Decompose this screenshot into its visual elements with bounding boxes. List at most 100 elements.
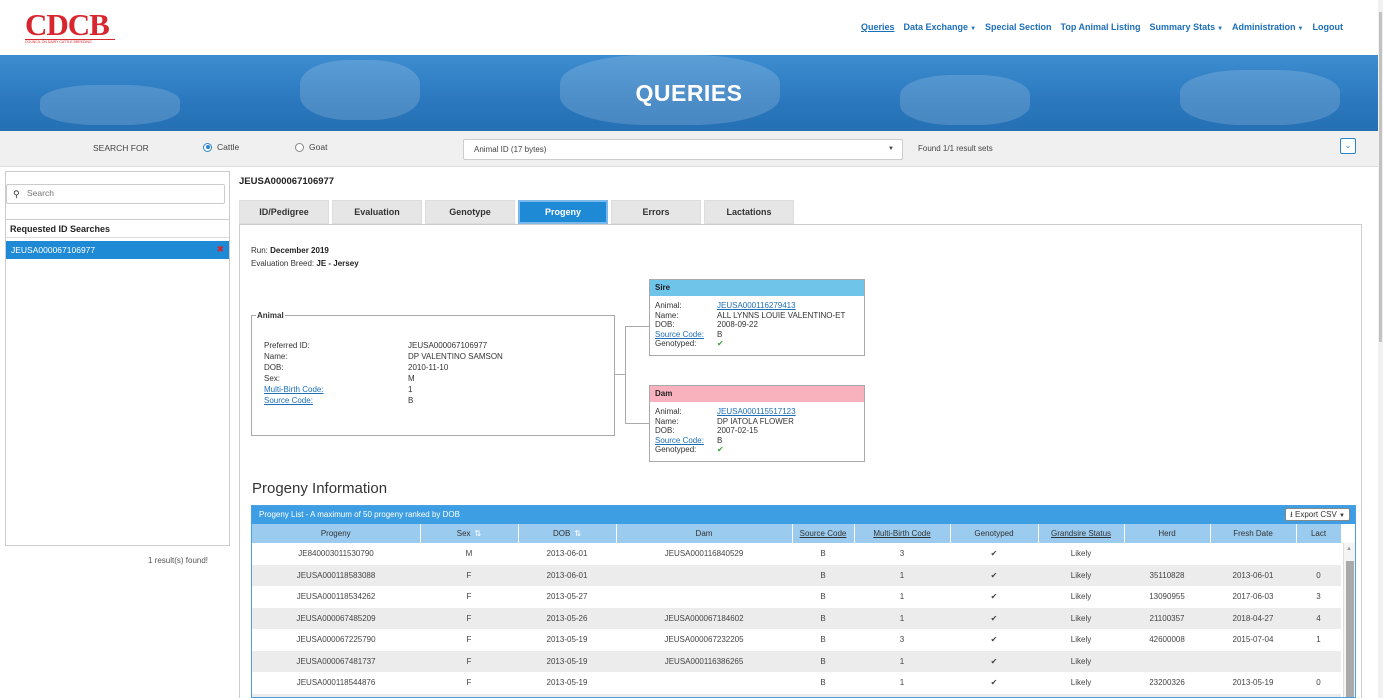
dam-source-code-link[interactable]: Source Code: [655, 436, 704, 446]
table-row[interactable]: JEUSA000067481737 F 2013-05-19 JEUSA0001163… [252, 650, 1341, 672]
tab-lactations[interactable]: Lactations [704, 200, 794, 224]
table-cell: Likely [1038, 650, 1124, 672]
table-cell: 2015-07-04 [1232, 635, 1274, 645]
search-bar: SEARCH FOR Cattle Goat Animal ID (17 byt… [0, 131, 1378, 167]
table-cell: Likely [1070, 549, 1092, 559]
caret-down-icon: ▼ [1339, 513, 1345, 519]
nav-item-administration[interactable]: Administration ▼ [1232, 22, 1303, 32]
run-value: December 2019 [270, 246, 329, 255]
nav-item-label: Top Animal Listing [1060, 22, 1141, 32]
sire-source-code-link[interactable]: Source Code: [655, 330, 704, 340]
animal-detail-row: Preferred ID: JEUSA000067106977 [264, 340, 503, 351]
collapse-toggle-button[interactable]: ⌄ [1340, 138, 1356, 154]
nav-item-data-exchange[interactable]: Data Exchange ▼ [904, 22, 976, 32]
table-cell: M [465, 549, 473, 559]
table-row[interactable]: JEUSA000118583088 F 2013-06-01 B 1 ✔ Likely 351… [252, 564, 1341, 586]
dam-dob: 2007-02-15 [717, 426, 758, 435]
radio-cattle[interactable]: Cattle [203, 142, 239, 152]
column-header-source-code[interactable]: Source Code [792, 524, 855, 543]
column-header-multi-birth-code[interactable]: Multi-Birth Code [854, 524, 951, 543]
table-cell [1296, 650, 1341, 672]
progeny-section-title: Progeny Information [252, 480, 388, 497]
sort-icon[interactable]: ⇅ [574, 529, 581, 538]
column-header-label: Multi-Birth Code [873, 529, 931, 538]
table-scrollbar[interactable]: ▲ [1343, 543, 1355, 697]
nav-item-summary-stats[interactable]: Summary Stats ▼ [1150, 22, 1223, 32]
main-nav: Queries Data Exchange ▼ Special Section Top … [861, 22, 1343, 32]
animal-field-value: JEUSA000067106977 [408, 341, 488, 350]
table-cell: F [466, 592, 472, 602]
table-row[interactable]: JE840003011530790 M 2013-06-01 JEUSA0001168… [252, 543, 1341, 565]
table-row[interactable]: JEUSA000067225790 F 2013-05-19 JEUSA0000672… [252, 629, 1341, 651]
table-cell: 2013-06-01 [518, 564, 616, 586]
nav-item-queries[interactable]: Queries [861, 22, 895, 32]
table-cell: 2018-04-27 [1210, 607, 1296, 629]
table-cell: B [792, 693, 854, 697]
tab-id-pedigree[interactable]: ID/Pedigree [239, 200, 329, 224]
column-header-dob[interactable]: DOB ⇅ [518, 524, 617, 543]
table-cell: 2013-05-16 [518, 693, 616, 697]
sire-animal-link[interactable]: JEUSA000116279413 [717, 301, 796, 311]
column-header-dam: Dam [616, 524, 793, 543]
requested-search-item[interactable]: JEUSA000067106977 ✖ [6, 241, 229, 259]
table-cell: JEUSA000116386265 [616, 650, 792, 672]
scroll-up-icon[interactable]: ▲ [1346, 546, 1352, 552]
table-cell [1210, 543, 1296, 565]
table-cell: Likely [1038, 693, 1124, 697]
animal-field-link[interactable]: Source Code: [264, 395, 408, 406]
pedigree-connector [625, 423, 649, 424]
found-results-text: Found 1/1 result sets [918, 144, 993, 153]
nav-item-top-animal-listing[interactable]: Top Animal Listing [1061, 22, 1141, 32]
tab-errors[interactable]: Errors [611, 200, 701, 224]
search-box[interactable]: ⚲ [6, 184, 225, 204]
remove-icon[interactable]: ✖ [216, 244, 224, 255]
table-row[interactable]: JEUSA000118534262 F 2013-05-27 B 1 ✔ Likely 130… [252, 586, 1341, 608]
animal-detail-row: DOB: 2010-11-10 [264, 362, 503, 373]
export-csv-button[interactable]: ⭳ Export CSV ▼ [1284, 508, 1350, 521]
tab-evaluation[interactable]: Evaluation [332, 200, 422, 224]
table-row[interactable]: JEUSA000067485209 F 2013-05-26 JEUSA0000671… [252, 607, 1341, 629]
sire-name-label: Name: [655, 310, 679, 320]
animal-legend: Animal [257, 311, 284, 320]
table-cell: F [466, 635, 472, 645]
table-cell: JEUSA000069534958 [616, 693, 792, 697]
table-row[interactable]: JEUSA000118544876 F 2013-05-19 B 1 ✔ Likely 232… [252, 672, 1341, 694]
animal-field-label: Name: [264, 352, 288, 361]
tab-progeny[interactable]: Progeny [518, 200, 608, 224]
id-type-select[interactable]: Animal ID (17 bytes) ▼ [463, 139, 903, 160]
radio-goat[interactable]: Goat [295, 142, 327, 152]
table-cell [1210, 650, 1296, 672]
export-csv-label: Export CSV [1295, 510, 1337, 519]
table-cell: JEUSA000118534262 [296, 592, 376, 602]
scrollbar-thumb[interactable] [1346, 561, 1354, 697]
search-input[interactable] [27, 188, 217, 198]
page-scrollbar-thumb[interactable] [1379, 12, 1382, 342]
radio-dot-icon[interactable] [203, 142, 212, 152]
column-header-label: Herd [1158, 529, 1176, 538]
animal-field-link[interactable]: Multi-Birth Code: [264, 384, 408, 395]
radio-dot-icon[interactable] [295, 142, 304, 152]
table-cell: 1 [1316, 635, 1321, 645]
column-header-sex[interactable]: Sex ⇅ [420, 524, 519, 543]
table-cell: Likely [1070, 635, 1092, 645]
dam-animal-link[interactable]: JEUSA000115517123 [717, 407, 796, 417]
cdcb-logo[interactable]: CDCB COUNCIL ON DAIRY CATTLE BREEDING [25, 9, 117, 47]
column-header-label: Fresh Date [1233, 529, 1273, 538]
table-cell: 35110828 [1124, 564, 1210, 586]
table-cell: 2013-05-27 [546, 592, 588, 602]
table-cell: Likely [1070, 678, 1092, 688]
tab-genotype[interactable]: Genotype [425, 200, 515, 224]
animal-detail-row: Multi-Birth Code: 1 [264, 384, 503, 395]
page-scrollbar[interactable] [1378, 0, 1383, 698]
nav-item-logout[interactable]: Logout [1313, 22, 1344, 32]
table-cell: 2013-05-19 [518, 650, 616, 672]
dam-genotyped-label: Genotyped: [655, 445, 697, 454]
results-count-text: 1 result(s) found! [148, 556, 209, 565]
nav-item-special-section[interactable]: Special Section [985, 22, 1052, 32]
column-header-genotyped: Genotyped [950, 524, 1039, 543]
column-header-grandsire-status[interactable]: Grandsire Status [1038, 524, 1125, 543]
table-row[interactable]: JEUSA000067381530M2013-05-16JEUSA0000695… [252, 693, 1341, 697]
column-header-label: Progeny [320, 529, 351, 538]
nav-item-label: Logout [1312, 22, 1344, 32]
sort-icon[interactable]: ⇅ [475, 529, 482, 538]
